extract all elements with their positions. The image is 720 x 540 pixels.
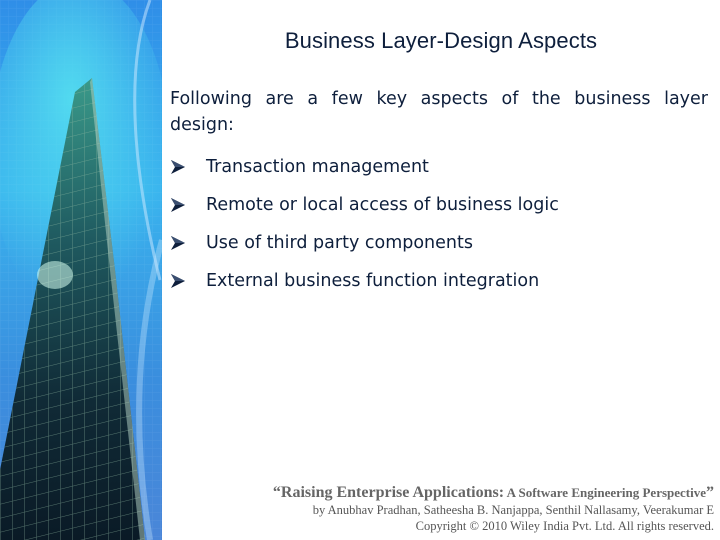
arrow-bullet-icon xyxy=(170,273,206,289)
list-item: Remote or local access of business logic xyxy=(170,186,559,224)
skyscraper-image xyxy=(0,0,162,540)
list-item: Transaction management xyxy=(170,148,559,186)
close-quote: ” xyxy=(706,484,714,501)
list-item-text: Use of third party components xyxy=(206,233,473,253)
open-quote: “ xyxy=(272,484,281,501)
intro-line-2: design: xyxy=(170,115,234,135)
arrow-bullet-icon xyxy=(170,235,206,251)
slide-footer: “Raising Enterprise Applications: A Soft… xyxy=(273,484,714,534)
intro-line-1: Following are a few key aspects of the b… xyxy=(170,89,708,109)
book-citation: “Raising Enterprise Applications: A Soft… xyxy=(273,484,714,502)
authors-line: by Anubhav Pradhan, Satheesha B. Nanjapp… xyxy=(312,503,714,517)
aspects-list: Transaction management Remote or local a… xyxy=(170,148,559,300)
list-item: External business function integration xyxy=(170,262,559,300)
book-title: Raising Enterprise Applications: xyxy=(280,484,505,501)
list-item-text: Remote or local access of business logic xyxy=(206,195,559,215)
arrow-bullet-icon xyxy=(170,159,206,175)
list-item-text: Transaction management xyxy=(206,157,429,177)
arrow-bullet-icon xyxy=(170,197,206,213)
list-item: Use of third party components xyxy=(170,224,559,262)
list-item-text: External business function integration xyxy=(206,271,540,291)
slide-title: Business Layer-Design Aspects xyxy=(284,28,598,53)
intro-paragraph: Following are a few key aspects of the b… xyxy=(170,86,708,138)
copyright-line: Copyright © 2010 Wiley India Pvt. Ltd. A… xyxy=(415,519,714,533)
book-subtitle: A Software Engineering Perspective xyxy=(504,485,706,500)
